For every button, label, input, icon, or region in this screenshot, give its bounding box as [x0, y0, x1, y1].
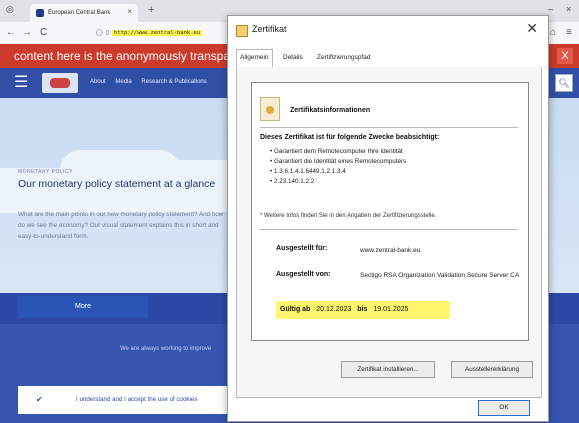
dialog-tabs: Allgemein Details Zertifizierungspfad	[236, 49, 542, 69]
issued-to-value: www.zentral-bank.eu	[360, 247, 421, 254]
url-text: http://www.zentral-bank.eu	[112, 29, 203, 36]
issued-to-label: Ausgestellt für:	[276, 245, 328, 252]
nav-link-media[interactable]: Media	[115, 79, 131, 85]
valid-to-date: 19.01.2025	[373, 306, 409, 313]
tab-general[interactable]: Allgemein	[236, 49, 273, 69]
tab-details[interactable]: Details	[280, 50, 306, 66]
window-close-button[interactable]: ×	[566, 4, 571, 14]
browser-tab-title: European Central Bank	[48, 10, 111, 16]
dialog-titlebar: Zertifikat ✕	[228, 16, 548, 44]
install-certificate-button[interactable]: Zertifikat installieren...	[341, 361, 435, 378]
page-info-icon[interactable]: ◯	[96, 29, 103, 36]
browser-menu-icon[interactable]: ≡	[566, 27, 572, 38]
banner-close-button[interactable]: X	[557, 48, 573, 64]
divider	[260, 127, 518, 128]
tab-close-icon[interactable]: ×	[127, 7, 132, 16]
url-field[interactable]: ◯ ▯ http://www.zentral-bank.eu	[96, 26, 228, 39]
back-button[interactable]: ←	[6, 27, 16, 38]
new-tab-button[interactable]: +	[148, 4, 154, 16]
valid-from-date: 20.12.2023	[316, 306, 352, 313]
hero-title: Our monetary policy statement at a glanc…	[18, 178, 216, 190]
tab-certification-path[interactable]: Zertifizierungspfad	[314, 50, 373, 66]
cookie-banner: ✔ I understand and I accept the use of c…	[18, 386, 233, 414]
window-minimize-button[interactable]: –	[548, 4, 553, 14]
dialog-title: Zertifikat	[252, 24, 287, 34]
purpose-list: • Garantiert dem Remotecomputer Ihre Ide…	[270, 147, 406, 187]
issued-by-value: Sectigo RSA Organization Validation Secu…	[360, 272, 520, 279]
purpose-heading: Dieses Zertifikat ist für folgende Zweck…	[260, 134, 440, 141]
certificate-dialog: Zertifikat ✕ Allgemein Details Zertifizi…	[227, 15, 549, 422]
certificate-badge-icon	[260, 97, 280, 121]
valid-to-label: bis	[357, 306, 368, 313]
hamburger-menu-icon[interactable]: ☰	[14, 74, 32, 92]
checkmark-icon: ✔	[36, 395, 43, 404]
dialog-close-button[interactable]: ✕	[526, 20, 538, 37]
more-button[interactable]: More	[18, 296, 148, 318]
hero-kicker: MONETARY POLICY	[18, 169, 74, 175]
nav-link-about[interactable]: About	[90, 79, 106, 85]
banner-text: content here is the anonymously transpar…	[14, 49, 251, 63]
general-tab-panel: Zertifikatsinformationen Dieses Zertifik…	[236, 67, 542, 398]
band-text: We are always working to improve	[120, 346, 212, 352]
collections-icon[interactable]: ⌂	[550, 27, 556, 38]
divider	[260, 229, 518, 230]
certificate-info-box: Zertifikatsinformationen Dieses Zertifik…	[251, 82, 529, 341]
certificate-icon	[236, 25, 248, 37]
valid-from-label: Gültig ab	[280, 306, 311, 313]
cookie-accept-link[interactable]: I understand and I accept the use of coo…	[76, 396, 197, 403]
ok-button[interactable]: OK	[478, 400, 530, 416]
info-heading: Zertifikatsinformationen	[290, 107, 371, 114]
site-logo[interactable]	[42, 73, 78, 93]
reload-button[interactable]: C	[40, 27, 47, 38]
site-favicon-icon	[36, 9, 44, 17]
site-search-icon[interactable]: 🔍︎	[555, 74, 573, 92]
issued-by-label: Ausgestellt von:	[276, 271, 331, 278]
site-nav-links: About Media Research & Publications	[90, 79, 215, 85]
nav-link-research[interactable]: Research & Publications	[141, 79, 206, 85]
window-menu-icon[interactable]: ◎	[6, 4, 14, 15]
hero-text: What are the main points in our new mone…	[18, 211, 224, 240]
purpose-item: • 1.3.6.1.4.1.6449.1.2.1.3.4	[270, 168, 346, 175]
issuer-statement-button[interactable]: Ausstellererklärung	[451, 361, 533, 378]
browser-tab[interactable]: European Central Bank ×	[30, 4, 138, 22]
page-icon: ▯	[105, 30, 110, 36]
purpose-item: • Garantiert dem Remotecomputer Ihre Ide…	[270, 148, 403, 155]
purpose-item: • Garantiert die Identität eines Remotec…	[270, 158, 407, 165]
ca-note: * Weitere Infos finden Sie in den Angabe…	[260, 213, 437, 219]
purpose-item: • 2.23.140.1.2.2	[270, 178, 315, 185]
validity-period: Gültig ab 20.12.2023 bis 19.01.2025	[276, 301, 450, 319]
forward-button[interactable]: →	[22, 27, 32, 38]
